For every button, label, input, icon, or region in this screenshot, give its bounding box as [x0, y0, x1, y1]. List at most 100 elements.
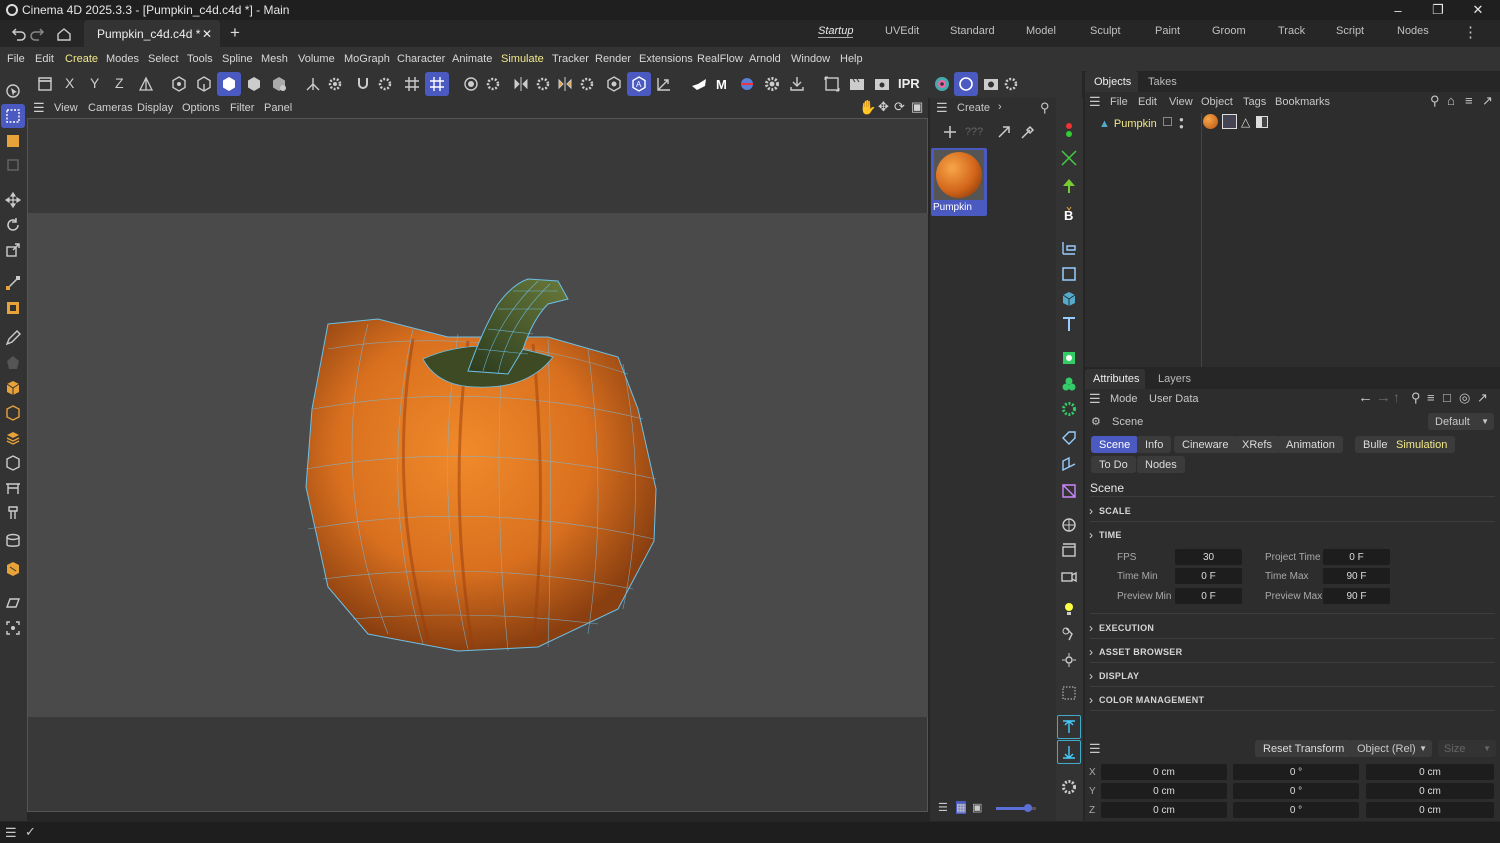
render-queue-icon[interactable]	[845, 72, 869, 96]
pen-tool-icon[interactable]	[1, 326, 25, 350]
pan-hand-icon[interactable]: ✋	[859, 99, 876, 116]
pumpkin-mesh[interactable]	[28, 119, 928, 813]
pill-info[interactable]: Info	[1137, 436, 1172, 453]
layout-tab-track[interactable]: Track	[1278, 25, 1305, 37]
snap-axis-icon[interactable]	[301, 72, 325, 96]
large-view-icon[interactable]: ▣	[972, 801, 982, 814]
menu-edit[interactable]: Edit	[35, 53, 54, 65]
layout-tab-script[interactable]: Script	[1336, 25, 1364, 37]
viewport-menu-panel[interactable]: Panel	[264, 102, 292, 114]
pill-xrefs[interactable]: XRefs	[1234, 436, 1280, 453]
coordinate-mode-dropdown[interactable]: Object (Rel) ▼	[1350, 740, 1432, 757]
coordinates-hamburger-icon[interactable]: ☰	[1089, 741, 1101, 757]
new-material-icon[interactable]	[938, 120, 962, 144]
layout-tab-sculpt[interactable]: Sculpt	[1090, 25, 1121, 37]
camera-clapper-icon[interactable]	[1057, 538, 1081, 562]
objects-filter-icon[interactable]: ≡	[1465, 93, 1473, 108]
menu-mograph[interactable]: MoGraph	[344, 53, 390, 65]
objects-search-icon[interactable]: ⚲	[1430, 93, 1440, 109]
menu-simulate[interactable]: Simulate	[501, 53, 544, 65]
layout-tab-uvedit[interactable]: UVEdit	[885, 25, 919, 37]
dotted-frame-icon[interactable]	[1057, 681, 1081, 705]
rectangle-selection-icon[interactable]	[1, 104, 25, 128]
lock-icon[interactable]: □	[1443, 390, 1451, 405]
material-sphere-icon[interactable]	[954, 72, 978, 96]
menu-tracker[interactable]: Tracker	[552, 53, 589, 65]
3d-viewport[interactable]	[27, 118, 928, 812]
layout-tab-paint[interactable]: Paint	[1155, 25, 1180, 37]
pill-nodes[interactable]: Nodes	[1137, 456, 1185, 473]
material-tag-icon[interactable]	[1203, 114, 1218, 129]
cube-outline-icon[interactable]	[1, 401, 25, 425]
attributes-hamburger-icon[interactable]: ☰	[1089, 391, 1101, 407]
clapboard-icon[interactable]	[33, 72, 57, 96]
environment-globe-icon[interactable]	[1057, 513, 1081, 537]
render-region-icon[interactable]	[735, 72, 759, 96]
edges-mode-icon[interactable]	[192, 72, 216, 96]
material-hamburger-icon[interactable]: ☰	[936, 100, 948, 116]
menu-character[interactable]: Character	[397, 53, 445, 65]
objects-menu-edit[interactable]: Edit	[1138, 96, 1157, 108]
time-max-field[interactable]: 90 F	[1323, 568, 1390, 584]
layout-tab-groom[interactable]: Groom	[1212, 25, 1246, 37]
symmetry-icon[interactable]	[509, 72, 533, 96]
back-arrow-icon[interactable]: ←	[1358, 389, 1373, 406]
traffic-light-icon[interactable]	[1057, 118, 1081, 142]
viewport-menu-filter[interactable]: Filter	[230, 102, 254, 114]
document-tab[interactable]: Pumpkin_c4d.c4d * ✕	[84, 20, 220, 47]
sculpt-tool-icon[interactable]	[1, 501, 25, 525]
up-arrow-icon[interactable]: ↑	[1393, 389, 1400, 405]
menu-volume[interactable]: Volume	[298, 53, 335, 65]
workplane-icon[interactable]	[1, 591, 25, 615]
soft-selection-gear-icon[interactable]	[481, 72, 505, 96]
object-name[interactable]: Pumpkin	[1114, 118, 1157, 130]
effector-gear-icon[interactable]	[1057, 397, 1081, 421]
scale-tool-icon[interactable]	[1, 238, 25, 262]
tab-layers[interactable]: Layers	[1158, 373, 1191, 385]
pill-scene[interactable]: Scene	[1091, 436, 1139, 453]
cylinder-tool-icon[interactable]	[1, 529, 25, 553]
export-icon[interactable]	[785, 72, 809, 96]
axis-z-toggle[interactable]: Z	[115, 75, 124, 91]
pill-animation[interactable]: Animation	[1278, 436, 1343, 453]
section-display[interactable]: DISPLAY	[1089, 669, 1139, 683]
size-dropdown[interactable]: Size ▼	[1438, 740, 1496, 757]
pill-simulation[interactable]: Simulation	[1388, 436, 1456, 453]
magnet-gear-icon[interactable]	[373, 72, 397, 96]
visibility-dots-icon[interactable]: ● ●	[1179, 116, 1184, 131]
layout-tab-standard[interactable]: Standard	[950, 25, 995, 37]
scale-z-field[interactable]: 0 cm	[1366, 802, 1494, 818]
axis-y-toggle[interactable]: Y	[90, 75, 99, 91]
axis-x-toggle[interactable]: X	[65, 75, 74, 91]
points-mode-icon[interactable]	[167, 72, 191, 96]
section-time[interactable]: TIME	[1089, 528, 1122, 542]
objects-hamburger-icon[interactable]: ☰	[1089, 94, 1101, 110]
maximize-button[interactable]: ❐	[1418, 0, 1458, 20]
menu-window[interactable]: Window	[791, 53, 830, 65]
project-time-field[interactable]: 0 F	[1323, 549, 1390, 565]
rotation-x-field[interactable]: 0 °	[1233, 764, 1359, 780]
sun-light-icon[interactable]	[1057, 648, 1081, 672]
layout-tab-model[interactable]: Model	[1026, 25, 1056, 37]
viewer-gear-icon[interactable]	[999, 72, 1023, 96]
render-to-picture-viewer-icon[interactable]	[870, 72, 894, 96]
pill-to-do[interactable]: To Do	[1091, 456, 1136, 473]
viewport-hamburger-icon[interactable]: ☰	[33, 100, 45, 116]
fps-field[interactable]: 30	[1175, 549, 1242, 565]
attributes-filter-icon[interactable]: ≡	[1427, 390, 1435, 405]
section-scale[interactable]: SCALE	[1089, 504, 1131, 518]
status-check-icon[interactable]: ✓	[25, 824, 36, 840]
render-material-icon[interactable]: M	[711, 72, 735, 96]
light-bulb-icon[interactable]	[1057, 597, 1081, 621]
forward-arrow-icon[interactable]: →	[1376, 389, 1391, 406]
link-arrow-icon[interactable]	[992, 120, 1016, 144]
pill-cineware[interactable]: Cineware	[1174, 436, 1237, 453]
locked-workplane-icon[interactable]	[602, 72, 626, 96]
menu-file[interactable]: File	[7, 53, 25, 65]
camera-icon[interactable]	[1057, 564, 1081, 588]
redo-icon[interactable]	[26, 22, 50, 46]
texture-mode-icon[interactable]	[267, 72, 291, 96]
unknown-material-icon[interactable]: ???	[962, 120, 986, 144]
section-asset-browser[interactable]: ASSET BROWSER	[1089, 645, 1182, 659]
more-options-icon[interactable]: ⋮	[1463, 23, 1478, 41]
